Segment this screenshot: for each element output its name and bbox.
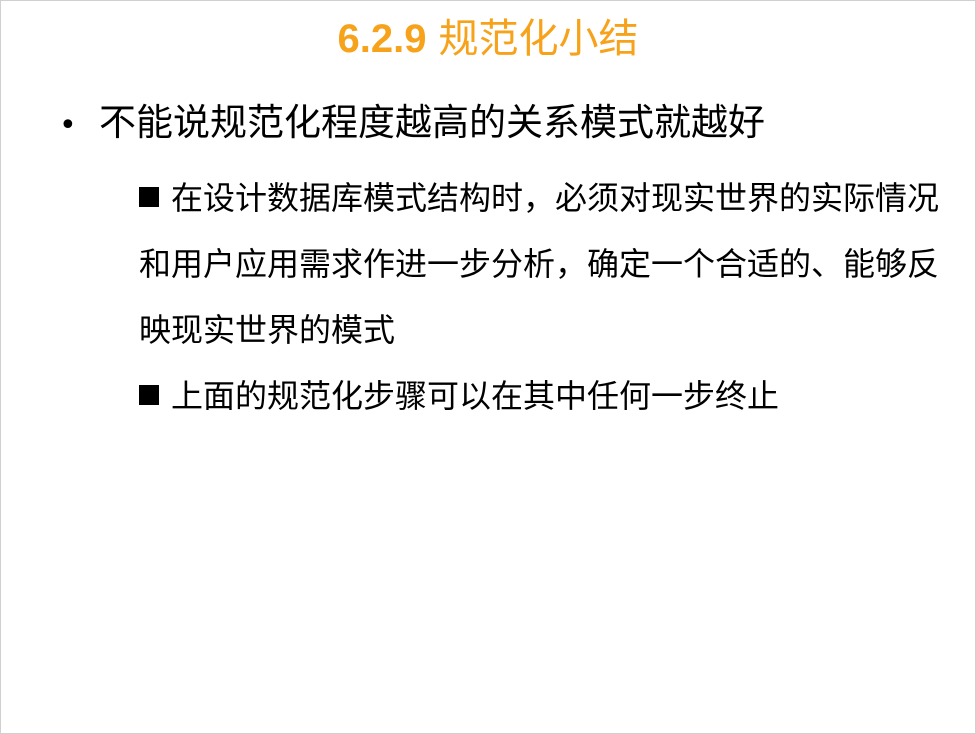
title-number: 6.2.9 — [337, 17, 427, 61]
sub-item: 在设计数据库模式结构时，必须对现实世界的实际情况和用户应用需求作进一步分析，确定… — [139, 165, 939, 363]
square-bullet-icon — [139, 385, 159, 405]
title-text: 规范化小结 — [438, 16, 639, 62]
bullet-item: • 不能说规范化程度越高的关系模式就越好 — [59, 95, 765, 154]
bullet-dot-icon: • — [59, 108, 77, 143]
slide-title: 6.2.9 规范化小结 — [1, 11, 975, 67]
sub-item: 上面的规范化步骤可以在其中任何一步终止 — [139, 363, 939, 429]
bullet-text: 不能说规范化程度越高的关系模式就越好 — [99, 101, 765, 144]
sub-item-text: 在设计数据库模式结构时，必须对现实世界的实际情况和用户应用需求作进一步分析，确定… — [139, 179, 940, 349]
sub-item-text: 上面的规范化步骤可以在其中任何一步终止 — [171, 377, 780, 415]
slide: 6.2.9 规范化小结 • 不能说规范化程度越高的关系模式就越好 在设计数据库模式结… — [0, 0, 976, 734]
square-bullet-icon — [139, 187, 159, 207]
